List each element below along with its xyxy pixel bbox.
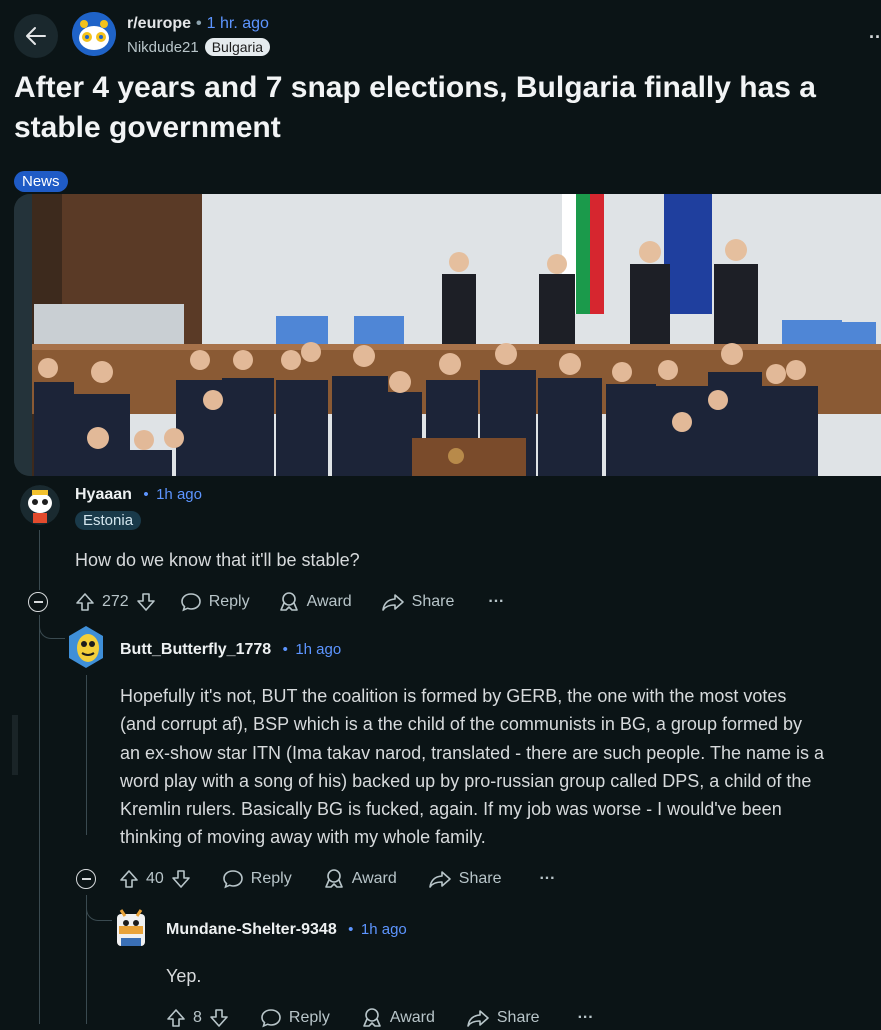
comment-body: Yep. [166,966,202,986]
comment-actions: 40 Reply Award Share ··· [76,867,555,891]
vote-score: 272 [102,593,129,610]
meta-separator: • [348,921,354,938]
post-overflow-menu[interactable]: ... [869,22,881,43]
reply-button[interactable]: Reply [180,592,250,612]
comment-body-line: an ex-show star ITN (Ima takav narod, tr… [120,742,825,763]
post-flair[interactable]: News [14,171,68,192]
vote-score: 40 [146,870,164,887]
comment-header: Butt_Butterfly_1778 • 1h ago [120,641,341,659]
thread-line[interactable] [86,675,87,835]
vote-group: 8 [166,1008,229,1028]
collapse-thread-button[interactable] [28,592,48,612]
thread-line[interactable] [39,615,40,1024]
share-label: Share [458,870,502,887]
avatar[interactable] [66,624,106,670]
meta-separator: • [196,15,202,32]
comment-body-line: (and corrupt af), BSP which is a the chi… [120,714,802,735]
award-label: Award [351,870,397,887]
post-time: 1 hr. ago [206,15,269,32]
comment-header: Hyaaan • 1h ago [75,486,202,504]
author-flair: Bulgaria [204,38,271,56]
back-button[interactable] [14,14,58,58]
award-button[interactable]: Award [361,1007,435,1029]
comment-icon [222,870,243,889]
comment-body-line: Hopefully it's not, BUT the coalition is… [120,686,787,706]
award-icon [324,869,343,888]
comment-header: Mundane-Shelter-9348 • 1h ago [166,921,407,939]
comment-icon [180,593,201,612]
award-icon [279,592,298,611]
comment-time[interactable]: 1h ago [361,921,407,938]
upvote-icon[interactable] [166,1008,186,1028]
reply-button[interactable]: Reply [222,869,292,889]
downvote-icon[interactable] [136,592,156,612]
vote-group: 272 [75,592,156,612]
avatar[interactable] [20,485,60,525]
comment-body: Hopefully it's not, BUT the coalition is… [120,682,881,852]
collapse-thread-button[interactable] [76,869,96,889]
comment-body: How do we know that it'll be stable? [75,550,360,570]
comment-time[interactable]: 1h ago [295,641,341,658]
share-icon [467,1010,489,1027]
reply-button[interactable]: Reply [260,1008,330,1028]
share-button[interactable]: Share [381,592,455,612]
comment-body-line: word play with a song of his) backed up … [120,770,812,791]
thread-line[interactable] [39,530,40,590]
share-button[interactable]: Share [466,1008,540,1028]
reply-label: Reply [250,870,292,887]
thread-connector [86,897,112,921]
avatar[interactable] [111,906,151,950]
comment-body-line: Kremlin rulers. Basically BG is fucked, … [120,799,782,820]
share-label: Share [496,1009,540,1026]
post-image[interactable] [14,194,881,476]
upvote-icon[interactable] [119,869,139,889]
downvote-icon[interactable] [209,1008,229,1028]
post-author[interactable]: Nikdude21 [127,39,199,56]
upvote-icon[interactable] [75,592,95,612]
subreddit-name[interactable]: r/europe [127,15,191,32]
share-icon [428,871,451,888]
meta-separator: • [143,486,149,503]
share-icon [381,594,404,611]
comment-actions: 272 Reply Award Share ··· [28,590,504,614]
comment-body-line: thinking of moving away with my whole fa… [120,827,486,848]
comment-overflow-menu[interactable]: ··· [488,593,504,611]
post-meta-line: r/europe • 1 hr. ago [127,15,269,33]
post-author-line: Nikdude21 Bulgaria [127,38,271,56]
subreddit-avatar[interactable] [72,12,116,56]
comment-username[interactable]: Hyaaan [75,486,132,503]
award-icon [363,1008,381,1027]
award-button[interactable]: Award [278,591,352,613]
comment-overflow-menu[interactable]: ··· [578,1009,594,1027]
award-label: Award [306,593,352,610]
scroll-indicator [12,715,18,775]
comment-time[interactable]: 1h ago [156,486,202,503]
comment-actions: 8 Reply Award Share ··· [166,1006,594,1030]
downvote-icon[interactable] [171,869,191,889]
post-title: After 4 years and 7 snap elections, Bulg… [14,71,816,144]
share-label: Share [411,593,455,610]
award-label: Award [389,1009,435,1026]
comment-username[interactable]: Butt_Butterfly_1778 [120,641,271,658]
arrow-left-icon [26,27,46,45]
reply-label: Reply [208,593,250,610]
vote-score: 8 [193,1009,202,1026]
comment-icon [261,1009,281,1028]
vote-group: 40 [119,869,191,889]
thread-connector [39,617,65,639]
user-flair: Estonia [75,511,142,530]
award-button[interactable]: Award [323,868,397,890]
comment-overflow-menu[interactable]: ··· [539,870,555,888]
comment-username[interactable]: Mundane-Shelter-9348 [166,921,337,938]
meta-separator: • [282,641,288,658]
reply-label: Reply [288,1009,330,1026]
share-button[interactable]: Share [428,869,502,889]
